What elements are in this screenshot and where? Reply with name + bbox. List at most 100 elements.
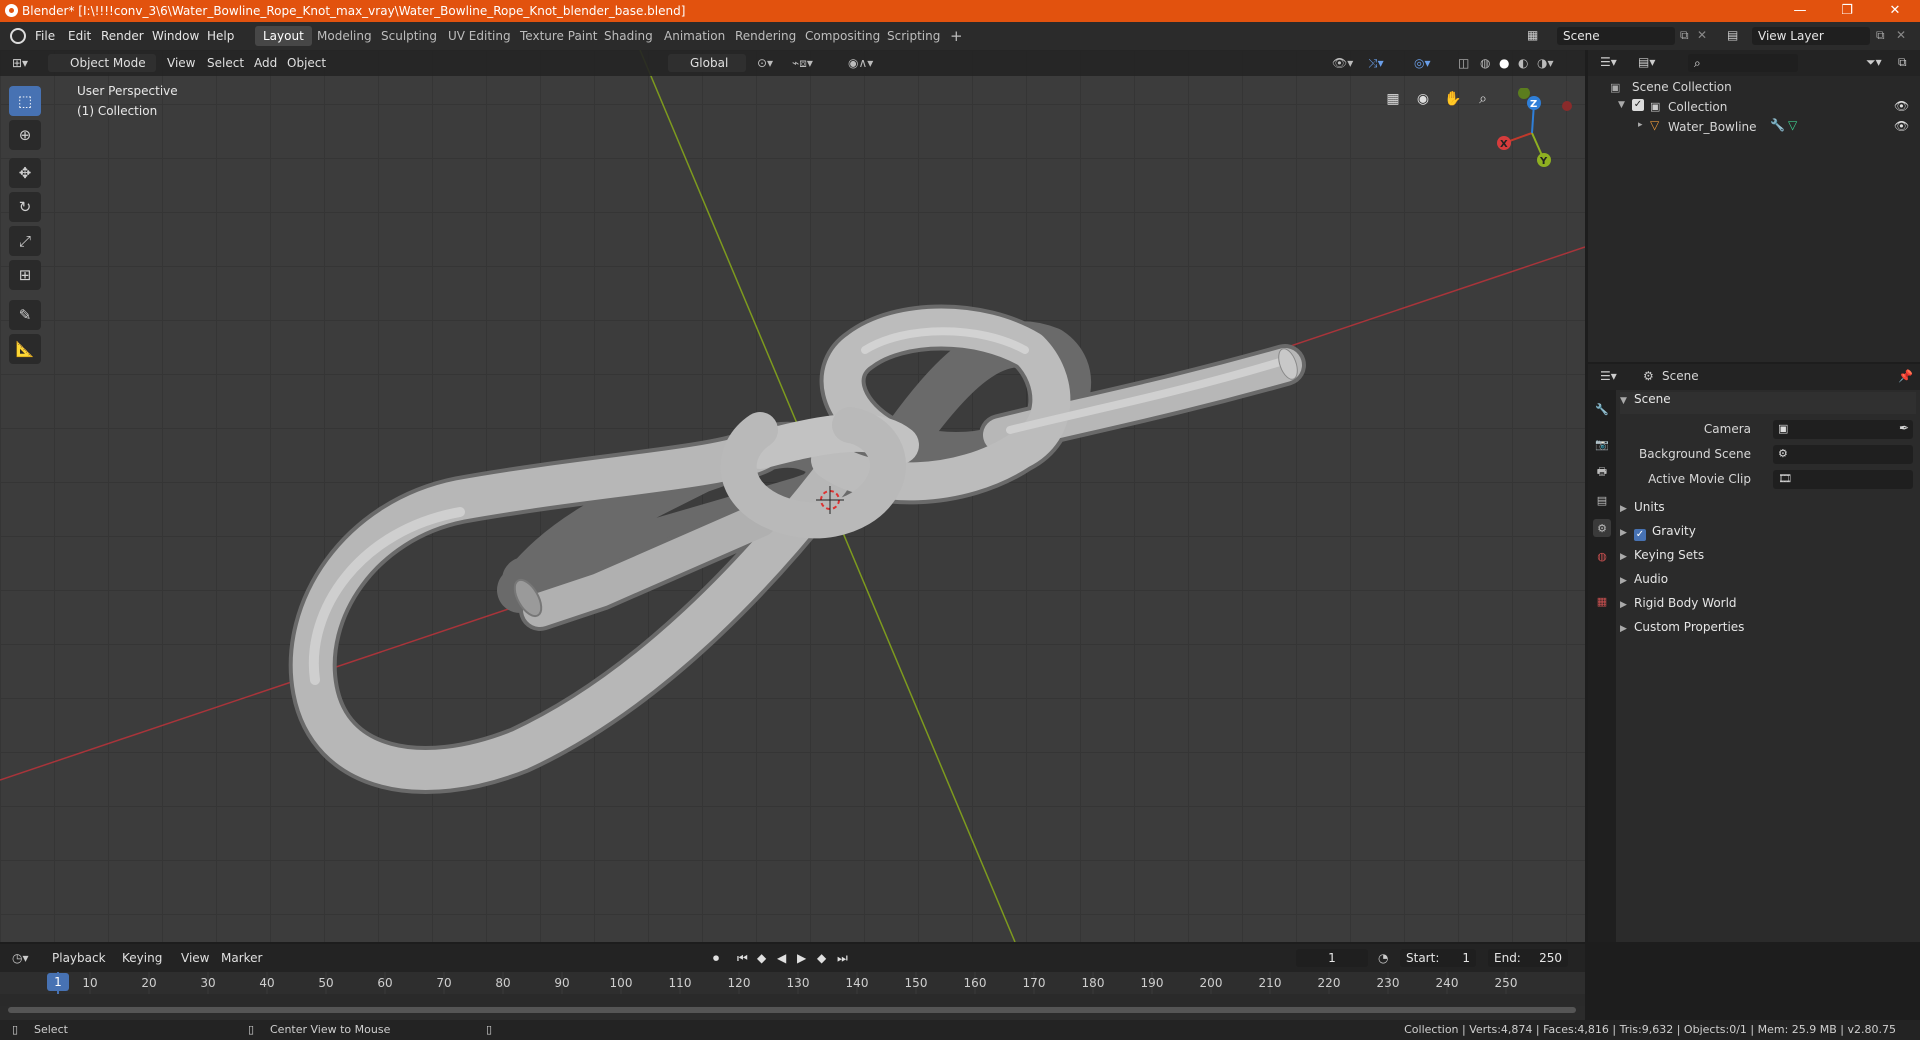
jump-end-icon[interactable]: ⏭ [837,949,848,967]
expand-object-icon[interactable]: ▸ [1638,120,1643,130]
current-frame-field[interactable]: 1 [1296,949,1368,967]
menu-help[interactable]: Help [207,29,234,43]
remove-scene-icon[interactable]: ✕ [1697,28,1707,42]
tab-modeling[interactable]: Modeling [309,26,380,46]
audio-panel[interactable]: ▶ Audio [1620,572,1916,594]
jump-start-icon[interactable]: ⏮ [737,949,748,967]
modifier-wrench-icon[interactable]: 🔧 [1770,118,1785,132]
mesh-data-icon[interactable]: ▽ [1788,118,1797,132]
transform-orientation-dropdown[interactable]: Global [668,54,746,72]
texture-tab-icon[interactable]: ▦ [1593,592,1611,610]
object-mode-dropdown[interactable]: Object Mode [48,54,156,72]
rotate-tool[interactable]: ↻ [9,192,41,222]
tab-animation[interactable]: Animation [656,26,733,46]
render-tab-icon[interactable]: 📷 [1593,435,1611,453]
proportional-editing-icon[interactable]: ◉∧▾ [848,54,873,72]
wireframe-shading-icon[interactable]: ◍ [1480,54,1490,72]
measure-tool[interactable]: 📐 [9,334,41,364]
menu-edit[interactable]: Edit [68,29,91,43]
end-frame-field[interactable]: End: 250 [1488,949,1568,967]
units-panel[interactable]: ▶ Units [1620,500,1916,522]
cursor-tool[interactable]: ⊕ [9,120,41,150]
minimize-button[interactable]: — [1777,0,1823,22]
gravity-panel[interactable]: ▶ ✓ Gravity [1620,524,1916,546]
close-button[interactable]: ✕ [1872,0,1918,22]
properties-editor-type-icon[interactable]: ☰▾ [1600,369,1617,383]
timeline-editor-type-icon[interactable]: ◷▾ [12,949,29,967]
new-scene-icon[interactable]: ⧉ [1680,28,1689,43]
tool-tab-icon[interactable]: 🔧 [1593,400,1611,418]
xray-toggle-icon[interactable]: ◫ [1458,54,1469,72]
view-layer-selector[interactable]: View Layer [1752,27,1870,45]
gizmo-toggle-icon[interactable]: ⤨▾ [1368,54,1384,72]
timeline-track-area[interactable] [0,994,1585,1006]
transform-tool[interactable]: ⊞ [9,260,41,290]
tab-texture-paint[interactable]: Texture Paint [512,26,605,46]
record-icon[interactable]: ⏺ [713,949,719,967]
scene-icon[interactable]: ▦ [1527,28,1538,42]
play-reverse-icon[interactable]: ◀ [777,949,786,967]
zoom-icon[interactable]: ⌕ [1470,86,1496,112]
tab-rendering[interactable]: Rendering [727,26,804,46]
custom-properties-panel[interactable]: ▶ Custom Properties [1620,620,1916,642]
tab-shading[interactable]: Shading [596,26,661,46]
new-view-layer-icon[interactable]: ⧉ [1876,28,1885,43]
world-tab-icon[interactable]: ◍ [1593,547,1611,565]
view-layer-icon[interactable]: ▤ [1727,28,1738,42]
tab-uv-editing[interactable]: UV Editing [440,26,519,46]
start-frame-field[interactable]: Start: 1 [1400,949,1476,967]
camera-field[interactable]: ▣ ✒ [1773,420,1913,439]
clock-icon[interactable]: ◔ [1378,949,1388,967]
annotate-tool[interactable]: ✎ [9,300,41,330]
outliner-collection[interactable]: Collection [1668,100,1727,114]
prev-keyframe-icon[interactable]: ◆ [757,949,766,967]
snap-icon[interactable]: ⌁⧈▾ [792,54,813,72]
solid-shading-icon[interactable]: ● [1499,54,1509,72]
pivot-point-icon[interactable]: ⊙▾ [757,54,773,72]
camera-view-icon[interactable]: ◉ [1410,86,1436,112]
scene-panel-header[interactable]: ▼ Scene [1620,392,1916,414]
viewport-menu-select[interactable]: Select [207,54,244,72]
tab-scripting[interactable]: Scripting [879,26,948,46]
tab-compositing[interactable]: Compositing [797,26,888,46]
tab-layout[interactable]: Layout [255,26,312,46]
timeline-menu-playback[interactable]: Playback [52,949,106,967]
viewport-menu-object[interactable]: Object [287,54,326,72]
timeline-menu-keying[interactable]: Keying [122,949,162,967]
menu-file[interactable]: File [35,29,55,43]
scene-selector[interactable]: Scene [1557,27,1675,45]
menu-render[interactable]: Render [101,29,144,43]
editor-type-icon[interactable]: ⊞▾ [12,54,28,72]
tab-sculpting[interactable]: Sculpting [373,26,445,46]
display-mode-icon[interactable]: ▤▾ [1638,55,1655,69]
add-workspace-button[interactable]: + [942,26,971,46]
timeline-menu-view[interactable]: View [181,949,209,967]
menu-window[interactable]: Window [152,29,199,43]
play-icon[interactable]: ▶ [797,949,806,967]
gravity-checkbox[interactable]: ✓ [1634,529,1646,541]
toggle-camera-grid-icon[interactable]: ▦ [1380,86,1406,112]
move-tool[interactable]: ✥ [9,158,41,188]
rendered-shading-icon[interactable]: ◑▾ [1537,54,1554,72]
pan-hand-icon[interactable]: ✋ [1440,86,1466,112]
material-shading-icon[interactable]: ◐ [1518,54,1528,72]
output-tab-icon[interactable]: 🖶 [1593,463,1611,481]
timeline-menu-marker[interactable]: Marker [221,949,262,967]
background-scene-field[interactable]: ⚙ [1773,445,1913,464]
viewport-menu-view[interactable]: View [167,54,195,72]
active-movie-clip-field[interactable]: 🎞 [1773,470,1913,489]
object-visibility-icon[interactable]: 👁 [1894,119,1909,133]
new-collection-icon[interactable]: ⧉ [1898,55,1907,70]
keying-sets-panel[interactable]: ▶ Keying Sets [1620,548,1916,570]
maximize-button[interactable]: ❐ [1824,0,1870,22]
viewport-menu-add[interactable]: Add [254,54,277,72]
pin-icon[interactable]: 📌 [1898,369,1913,383]
view-layer-tab-icon[interactable]: ▤ [1593,491,1611,509]
outliner-editor-type-icon[interactable]: ☰▾ [1600,55,1617,69]
collapse-collection-icon[interactable]: ▼ [1618,100,1625,110]
outliner-object[interactable]: Water_Bowline [1668,120,1757,134]
overlays-toggle-icon[interactable]: ◎▾ [1414,54,1431,72]
blender-menu-icon[interactable] [10,28,26,44]
remove-view-layer-icon[interactable]: ✕ [1896,28,1906,42]
collection-checkbox[interactable]: ✓ [1632,99,1644,111]
